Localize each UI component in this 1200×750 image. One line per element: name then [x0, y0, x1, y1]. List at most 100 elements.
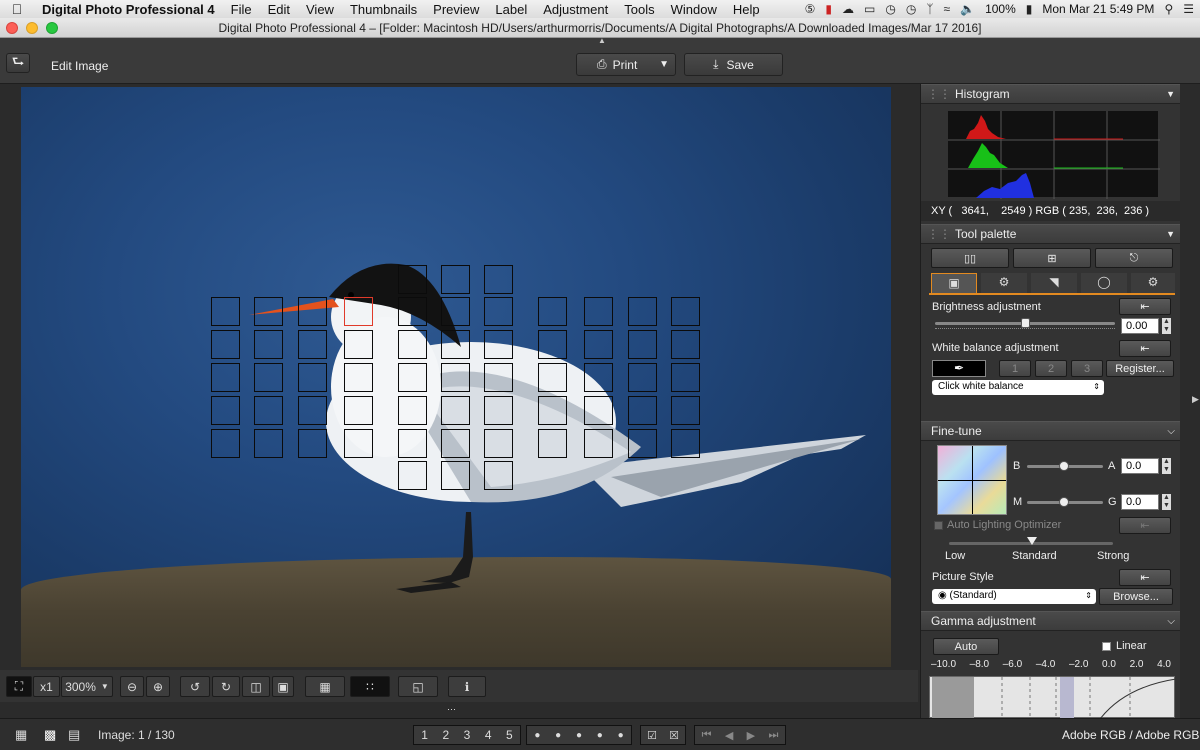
browse-button[interactable]: Browse...	[1099, 588, 1173, 605]
compare-view-icon[interactable]: ◫	[242, 676, 270, 697]
a-value-stepper[interactable]: ▲ ▼	[1162, 458, 1171, 474]
g-value-stepper[interactable]: ▲ ▼	[1162, 494, 1171, 510]
timemachine-icon[interactable]: ◷	[885, 2, 895, 16]
alo-slider-knob[interactable]	[1027, 537, 1037, 545]
return-arrow-icon[interactable]: ⮑	[6, 53, 30, 73]
rating-1[interactable]: 1	[421, 728, 428, 742]
chevron-down-icon[interactable]: ▼	[1166, 225, 1175, 244]
last-image-icon[interactable]: ⏭	[768, 729, 778, 742]
tool-palette-header[interactable]: ⋮⋮ Tool palette ▼	[921, 224, 1180, 244]
drag-handle-icon[interactable]: ⋮⋮	[927, 85, 951, 104]
expand-panel-icon[interactable]: ▶	[1192, 394, 1199, 405]
tab-nr-icon[interactable]: ⚙	[981, 273, 1027, 293]
brightness-value-field[interactable]: 0.00	[1121, 318, 1159, 334]
grid-overlay-icon[interactable]: ▦	[305, 676, 345, 697]
minimize-window-button[interactable]	[26, 22, 38, 34]
brightness-stepper[interactable]: ▲ ▼	[1162, 318, 1171, 334]
list-view-icon[interactable]: ▤	[68, 727, 88, 743]
linear-checkbox[interactable]	[1102, 642, 1111, 651]
zoom-in-icon[interactable]: ⊕	[146, 676, 170, 697]
menu-adjustment[interactable]: Adjustment	[535, 2, 616, 17]
tern-photo[interactable]	[21, 87, 891, 667]
status-5-icon[interactable]: ⑤	[805, 2, 816, 16]
eyedropper-icon[interactable]: ✒	[932, 360, 986, 377]
stamp-tool-icon[interactable]: ⎋	[1095, 248, 1173, 268]
reject-icon[interactable]: ☒	[669, 729, 679, 742]
tab-color-icon[interactable]: ◯	[1081, 273, 1127, 293]
prev-image-icon[interactable]: ◀	[725, 729, 733, 742]
tab-tone-curve-icon[interactable]: ◥	[1031, 273, 1077, 293]
first-image-icon[interactable]: ⏮	[702, 729, 712, 742]
af-points-icon[interactable]: ∷	[350, 676, 390, 697]
white-balance-reset-icon[interactable]: ⇤	[1119, 340, 1171, 357]
menu-preview[interactable]: Preview	[425, 2, 487, 17]
gamma-auto-button[interactable]: Auto	[933, 638, 999, 655]
dot-3-icon[interactable]: ●	[576, 730, 582, 741]
checkmark-icon[interactable]: ☑	[647, 729, 657, 742]
fine-tune-header[interactable]: Fine-tune ⌵	[921, 421, 1180, 441]
menu-edit[interactable]: Edit	[260, 2, 298, 17]
clock-datetime[interactable]: Mon Mar 21 5:49 PM	[1042, 2, 1154, 16]
info-icon[interactable]: ℹ	[448, 676, 486, 697]
a-value-field[interactable]: 0.0	[1121, 458, 1159, 474]
dot-2-icon[interactable]: ●	[555, 730, 561, 741]
collapse-toolbar-icon[interactable]: ▲	[598, 37, 606, 45]
cloud-icon[interactable]: ☁	[842, 2, 854, 16]
menu-app[interactable]: Digital Photo Professional 4	[34, 2, 223, 17]
wb-preset-1[interactable]: 1	[999, 360, 1031, 377]
menu-view[interactable]: View	[298, 2, 342, 17]
gamma-graph[interactable]	[929, 676, 1176, 718]
tab-basic-icon[interactable]: ▣	[931, 273, 977, 293]
notification-icon[interactable]: ☰	[1183, 2, 1194, 16]
menu-file[interactable]: File	[223, 2, 260, 17]
dust-delete-icon[interactable]: ◱	[398, 676, 438, 697]
print-button[interactable]: ⎙ Print ▼	[576, 53, 676, 76]
rotate-left-icon[interactable]: ↺	[180, 676, 210, 697]
collapse-icon[interactable]: ⌵	[1167, 422, 1175, 441]
rating-2[interactable]: 2	[442, 728, 449, 742]
highlight-warning-icon[interactable]: ▣	[272, 676, 294, 697]
spotlight-icon[interactable]: ⚲	[1164, 2, 1173, 16]
rotate-right-icon[interactable]: ↻	[212, 676, 240, 697]
next-image-icon[interactable]: ▶	[747, 729, 755, 742]
rating-3[interactable]: 3	[464, 728, 471, 742]
menu-label[interactable]: Label	[487, 2, 535, 17]
zoom-out-icon[interactable]: ⊖	[120, 676, 144, 697]
gamma-header[interactable]: Gamma adjustment ⌵	[921, 611, 1180, 631]
alo-reset-icon[interactable]: ⇤	[1119, 517, 1171, 534]
crop-tool-icon[interactable]: ⊞	[1013, 248, 1091, 268]
wifi-icon[interactable]: ≈	[944, 2, 951, 16]
mg-slider-knob[interactable]	[1059, 497, 1069, 507]
rating-5[interactable]: 5	[506, 728, 513, 742]
rating-4[interactable]: 4	[485, 728, 492, 742]
picture-style-select[interactable]: ◉ (Standard) ⇕	[932, 589, 1096, 604]
zoom-x1-button[interactable]: x1	[33, 676, 60, 697]
expand-thumbnails-icon[interactable]: ⋯	[447, 704, 456, 715]
g-value-field[interactable]: 0.0	[1121, 494, 1159, 510]
collapse-icon[interactable]: ⌵	[1167, 612, 1175, 631]
close-window-button[interactable]	[6, 22, 18, 34]
chevron-down-icon[interactable]: ▼	[1166, 85, 1175, 104]
drag-handle-icon[interactable]: ⋮⋮	[927, 225, 951, 244]
fit-to-window-icon[interactable]: ⛶	[6, 676, 32, 697]
battery-app-icon[interactable]: ▮	[825, 2, 832, 16]
histogram-header[interactable]: ⋮⋮ Histogram ▼	[921, 84, 1180, 104]
chevron-down-icon[interactable]: ▼	[659, 59, 669, 70]
airplay-icon[interactable]: ▭	[864, 2, 875, 16]
gear-icon[interactable]: ⚙	[1131, 273, 1175, 293]
adjust-tool-icon[interactable]: ▯▯	[931, 248, 1009, 268]
menu-thumbnails[interactable]: Thumbnails	[342, 2, 425, 17]
battery-icon[interactable]: ▮	[1026, 2, 1033, 16]
color-grid[interactable]	[937, 445, 1007, 515]
brightness-slider-knob[interactable]	[1021, 318, 1030, 328]
battery-percent[interactable]: 100%	[985, 2, 1016, 16]
single-view-icon[interactable]: ▩	[44, 727, 64, 743]
menu-tools[interactable]: Tools	[616, 2, 662, 17]
volume-icon[interactable]: 🔈	[960, 2, 975, 16]
wb-preset-3[interactable]: 3	[1071, 360, 1103, 377]
apple-icon[interactable]: 	[0, 1, 34, 17]
ba-slider-knob[interactable]	[1059, 461, 1069, 471]
white-balance-select[interactable]: Click white balance ⇕	[932, 380, 1104, 395]
dot-5-icon[interactable]: ●	[618, 730, 624, 741]
save-button[interactable]: ⤓ Save	[684, 53, 783, 76]
